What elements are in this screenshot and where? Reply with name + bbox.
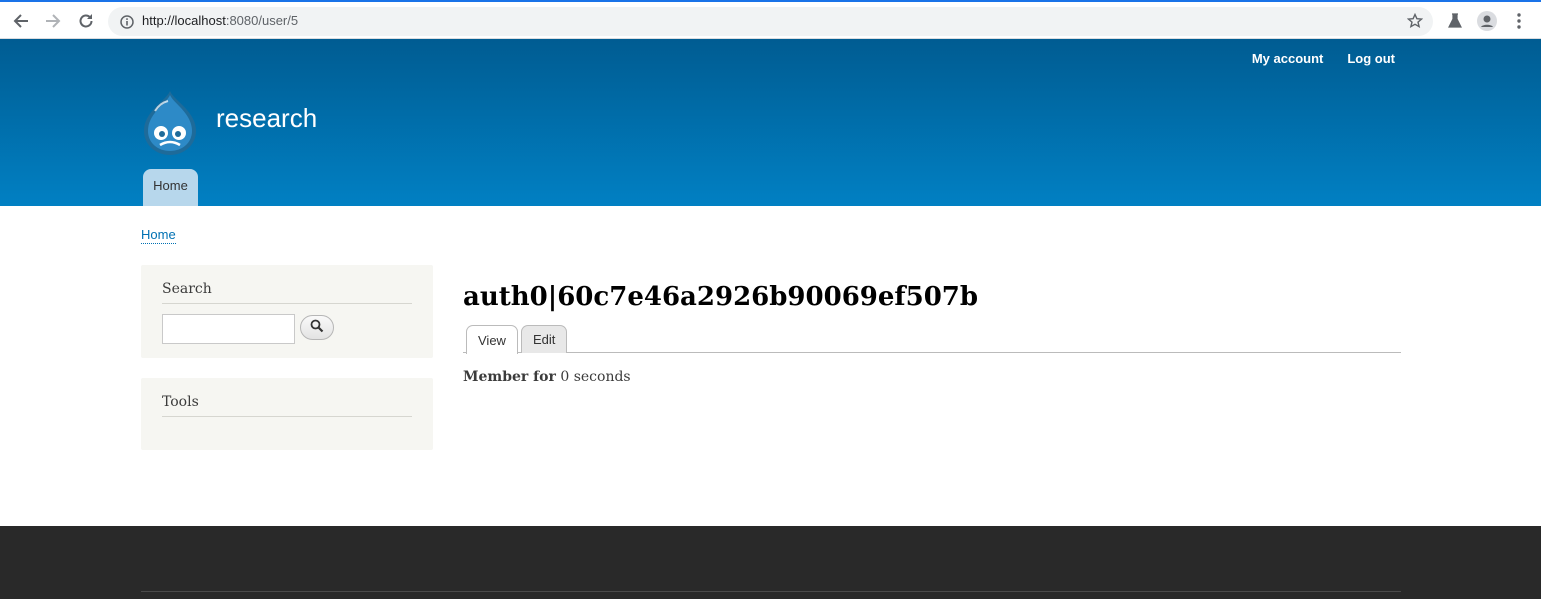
- info-icon[interactable]: [120, 14, 134, 29]
- search-block: Search: [141, 265, 433, 358]
- local-tabs: View Edit: [463, 325, 1401, 354]
- browser-toolbar: http://localhost:8080/user/5: [0, 0, 1541, 39]
- drupal-logo[interactable]: [140, 89, 200, 157]
- member-for: Member for 0 seconds: [463, 369, 631, 385]
- member-for-value: 0 seconds: [560, 369, 631, 385]
- tools-block: Tools: [141, 378, 433, 450]
- tools-block-title: Tools: [162, 394, 412, 417]
- my-account-link[interactable]: My account: [1252, 51, 1324, 66]
- main-menu-home[interactable]: Home: [143, 169, 198, 206]
- search-button[interactable]: [300, 315, 334, 340]
- search-block-title: Search: [162, 281, 412, 304]
- secondary-menu: My account Log out: [1252, 51, 1395, 66]
- menu-icon[interactable]: [1509, 11, 1529, 31]
- search-icon: [310, 318, 324, 337]
- search-input[interactable]: [162, 314, 295, 344]
- star-icon[interactable]: [1406, 12, 1424, 29]
- url-text: http://localhost:8080/user/5: [142, 13, 299, 28]
- log-out-link[interactable]: Log out: [1347, 51, 1395, 66]
- tab-edit[interactable]: Edit: [521, 325, 568, 353]
- footer-divider: [141, 591, 1401, 592]
- member-for-label: Member for: [463, 369, 556, 385]
- address-bar[interactable]: http://localhost:8080/user/5: [108, 7, 1433, 36]
- page-title: auth0|60c7e46a2926b90069ef507b: [463, 282, 979, 312]
- back-icon[interactable]: [10, 10, 32, 32]
- site-name[interactable]: research: [216, 103, 317, 134]
- site-footer: [0, 526, 1541, 599]
- profile-icon[interactable]: [1477, 11, 1497, 31]
- lab-icon[interactable]: [1445, 11, 1465, 31]
- breadcrumb-home[interactable]: Home: [141, 227, 176, 244]
- tab-view[interactable]: View: [466, 325, 518, 354]
- reload-icon[interactable]: [75, 10, 97, 32]
- forward-icon[interactable]: [42, 10, 64, 32]
- site-header: My account Log out research Home: [0, 39, 1541, 206]
